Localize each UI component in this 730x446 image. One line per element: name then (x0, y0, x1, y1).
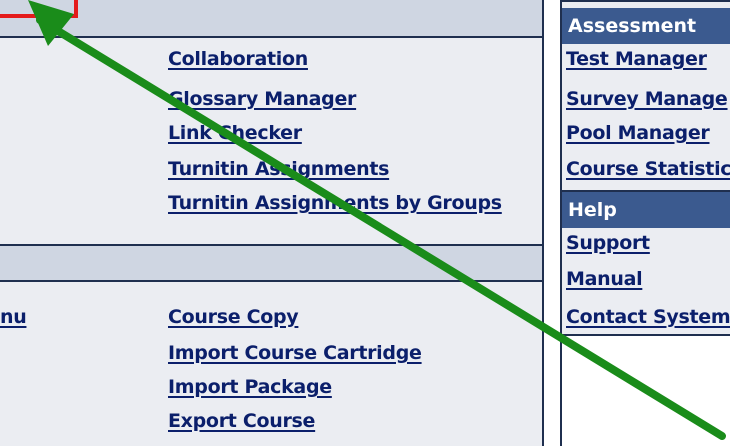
left-panel-border (542, 0, 544, 446)
link-contact-system[interactable]: Contact System (566, 304, 730, 330)
link-turnitin-assignments-groups[interactable]: Turnitin Assignments by Groups (168, 190, 502, 216)
divider (560, 0, 730, 2)
assessment-header: Assessment (562, 8, 730, 44)
link-import-package[interactable]: Import Package (168, 374, 332, 400)
link-collaboration[interactable]: Collaboration (168, 46, 308, 72)
left-section-header-bottom (0, 244, 544, 282)
link-course-statistics[interactable]: Course Statistic (566, 156, 730, 182)
link-menu-partial[interactable]: nu (0, 304, 27, 330)
link-test-manager[interactable]: Test Manager (566, 46, 707, 72)
link-export-course[interactable]: Export Course (168, 408, 315, 434)
highlight-box (0, 0, 78, 18)
link-course-copy[interactable]: Course Copy (168, 304, 299, 330)
link-turnitin-assignments[interactable]: Turnitin Assignments (168, 156, 389, 182)
link-import-course-cartridge[interactable]: Import Course Cartridge (168, 340, 422, 366)
link-pool-manager[interactable]: Pool Manager (566, 120, 710, 146)
link-manual[interactable]: Manual (566, 266, 643, 292)
left-section-header-top (0, 0, 544, 38)
divider (0, 36, 544, 38)
help-header: Help (562, 192, 730, 228)
link-glossary-manager[interactable]: Glossary Manager (168, 86, 356, 112)
right-panel-empty (562, 336, 730, 446)
link-link-checker[interactable]: Link Checker (168, 120, 302, 146)
divider (0, 244, 544, 246)
link-support[interactable]: Support (566, 230, 650, 256)
divider (0, 280, 544, 282)
link-survey-manager[interactable]: Survey Manage (566, 86, 728, 112)
